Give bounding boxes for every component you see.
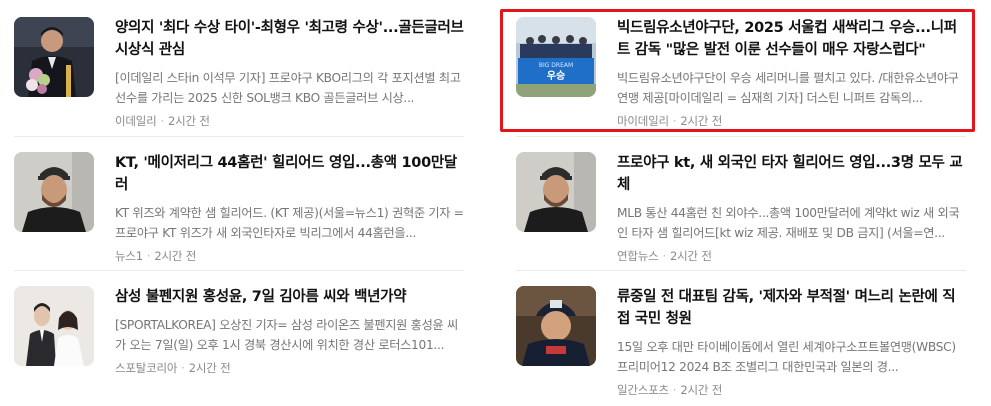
banner-text: 우승 [547, 70, 565, 82]
article-title[interactable]: 프로야구 kt, 새 외국인 타자 힐리어드 영입...3명 모두 교체 [617, 152, 966, 196]
award-ceremony-photo[interactable] [14, 17, 94, 97]
article-source[interactable]: 스포탈코리아 [115, 361, 177, 375]
article-summary[interactable]: KT 위즈와 계약한 샘 힐리어드. (KT 제공)(서울=뉴스1) 권혁준 기… [115, 203, 464, 243]
article-summary[interactable]: 빅드림유소년야구단이 우승 세리머니를 펼치고 있다. /대한유소년야구연맹 제… [617, 68, 966, 108]
news-item[interactable]: 삼성 불펜지원 홍성윤, 7일 김아름 씨와 백년가약 [SPORTALKORE… [14, 286, 464, 406]
article-time: 2시간 전 [188, 361, 231, 375]
separator-dot: · [672, 383, 677, 397]
coach-photo[interactable] [516, 286, 596, 366]
article-title[interactable]: 류중일 전 대표팀 감독, '제자와 부적절' 며느리 논란에 직접 국민 청원 [617, 286, 966, 330]
article-source[interactable]: 연합뉴스 [617, 249, 659, 263]
news-item[interactable]: 프로야구 kt, 새 외국인 타자 힐리어드 영입...3명 모두 교체 MLB… [516, 152, 966, 272]
article-title[interactable]: 삼성 불펜지원 홍성윤, 7일 김아름 씨와 백년가약 [115, 286, 464, 308]
separator-dot: · [160, 114, 165, 128]
wedding-couple-photo[interactable] [14, 286, 94, 366]
team-banner-photo[interactable]: BIG DREAM 우승 [516, 17, 596, 97]
article-meta: 일간스포츠 · 2시간 전 [617, 382, 966, 398]
row-divider [14, 270, 464, 271]
article-meta: 스포탈코리아 · 2시간 전 [115, 360, 464, 376]
article-time: 2시간 전 [670, 249, 712, 263]
article-summary[interactable]: [SPORTALKOREA] 오상진 기자= 삼성 라이온즈 불펜지원 홍성윤 … [115, 315, 464, 355]
news-item[interactable]: 양의지 '최다 수상 타이'-최형우 '최고령 수상'...골든글러브 시상식 … [14, 17, 464, 137]
separator-dot: · [181, 361, 185, 375]
row-divider [14, 136, 464, 137]
article-title[interactable]: 빅드림유소년야구단, 2025 서울컵 새싹리그 우승...니퍼트 감독 "많은… [617, 17, 966, 61]
article-meta: 연합뉴스 · 2시간 전 [617, 248, 966, 264]
news-item[interactable]: 류중일 전 대표팀 감독, '제자와 부적절' 며느리 논란에 직접 국민 청원… [516, 286, 966, 406]
article-source[interactable]: 마이데일리 [617, 114, 669, 128]
separator-dot: · [672, 114, 677, 128]
news-item[interactable]: KT, '메이저리그 44홈런' 힐리어드 영입...총액 100만달러 KT … [14, 152, 464, 272]
article-time: 2시간 전 [680, 383, 723, 397]
news-item[interactable]: BIG DREAM 우승 빅드림유소년야구단, 2025 서울컵 새싹리그 우승… [516, 17, 966, 137]
article-meta: 마이데일리 · 2시간 전 [617, 113, 966, 129]
article-summary[interactable]: 15일 오후 대만 타이베이돔에서 열린 세계야구소프트볼연맹(WBSC) 프리… [617, 337, 966, 377]
article-summary[interactable]: [이데일리 스타in 이석무 기자] 프로야구 KBO리그의 각 포지션별 최고… [115, 68, 464, 108]
player-portrait-photo[interactable] [14, 152, 94, 232]
separator-dot: · [146, 249, 151, 263]
article-time: 2시간 전 [680, 114, 723, 128]
article-title[interactable]: 양의지 '최다 수상 타이'-최형우 '최고령 수상'...골든글러브 시상식 … [115, 17, 464, 61]
article-source[interactable]: 일간스포츠 [617, 383, 669, 397]
article-time: 2시간 전 [154, 249, 197, 263]
player-portrait-photo[interactable] [516, 152, 596, 232]
article-time: 2시간 전 [168, 114, 210, 128]
article-source[interactable]: 뉴스1 [115, 249, 143, 263]
article-title[interactable]: KT, '메이저리그 44홈런' 힐리어드 영입...총액 100만달러 [115, 152, 464, 196]
separator-dot: · [662, 249, 667, 263]
article-source[interactable]: 이데일리 [115, 114, 157, 128]
row-divider [516, 270, 966, 271]
article-meta: 뉴스1 · 2시간 전 [115, 248, 464, 264]
row-divider [516, 136, 966, 137]
article-summary[interactable]: MLB 통산 44홈런 친 외야수...총액 100만달러에 계약kt wiz … [617, 203, 966, 243]
news-grid: 양의지 '최다 수상 타이'-최형우 '최고령 수상'...골든글러브 시상식 … [0, 0, 991, 402]
article-meta: 이데일리 · 2시간 전 [115, 113, 464, 129]
svg-text:BIG DREAM: BIG DREAM [539, 62, 573, 69]
